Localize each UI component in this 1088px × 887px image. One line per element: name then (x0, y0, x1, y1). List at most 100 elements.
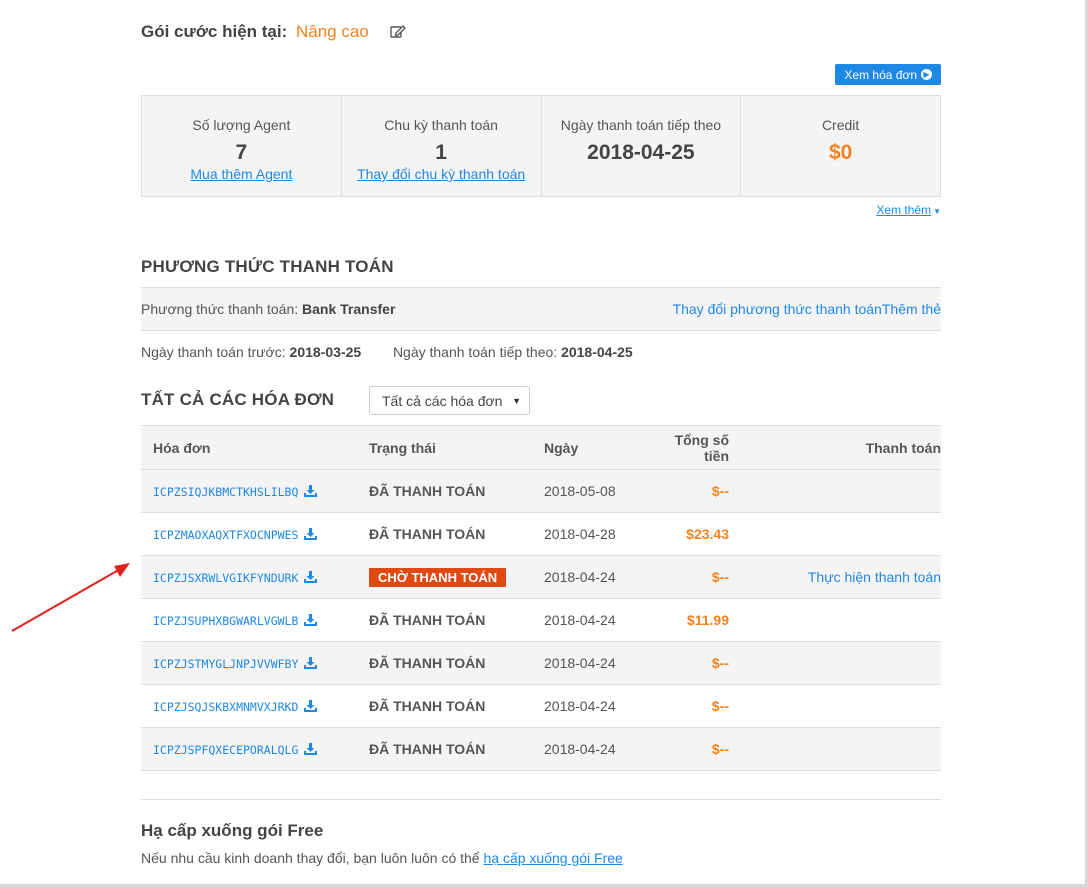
payment-cell (741, 684, 941, 728)
payment-cell (741, 469, 941, 513)
payment-method-links: Thay đổi phương thức thanh toánThêm thẻ (673, 301, 941, 317)
table-row: ICPZSIQJKBMCTKHSLILBQ ĐÃ THANH TOÁN 2018… (141, 469, 941, 513)
prev-date-label: Ngày thanh toán trước: (141, 344, 286, 360)
add-card-link[interactable]: Thêm thẻ (882, 301, 941, 317)
invoice-code-link[interactable]: ICPZJSQJSKBXMNMVXJRKD (153, 700, 298, 714)
divider (141, 799, 941, 800)
amount-text: $-- (711, 741, 729, 757)
stat-value: 1 (435, 141, 447, 164)
total-cell: $11.99 (637, 598, 741, 642)
stat-label: Credit (821, 117, 860, 133)
invoice-cell: ICPZJSXRWLVGIKFYNDURK (141, 555, 369, 599)
date-cell: 2018-04-24 (532, 641, 637, 685)
date-cell: 2018-05-08 (532, 469, 637, 513)
table-row: ICPZJSXRWLVGIKFYNDURK CHỜ THANH TOÁN 201… (141, 555, 941, 599)
status-paid-text: ĐÃ THANH TOÁN (369, 612, 486, 628)
invoice-cell: ICPZMAOXAQXTFXOCNPWES (141, 512, 369, 556)
payment-cell: Thực hiện thanh toán (741, 555, 941, 599)
status-paid-text: ĐÃ THANH TOÁN (369, 655, 486, 671)
column-header-status: Trạng thái (369, 425, 532, 470)
make-payment-link[interactable]: Thực hiện thanh toán (808, 569, 941, 585)
stat-value: 2018-04-25 (587, 141, 695, 164)
table-row: ICPZJSQJSKBXMNMVXJRKD ĐÃ THANH TOÁN 2018… (141, 684, 941, 728)
status-cell: CHỜ THANH TOÁN (369, 555, 532, 599)
invoice-cell: ICPZJSTMYGLJNPJVVWFBY (141, 641, 369, 685)
payment-method-label: Phương thức thanh toán: (141, 301, 299, 317)
invoice-code-link[interactable]: ICPZJSPFQXECEPORALQLG (153, 743, 298, 757)
column-header-payment: Thanh toán (741, 425, 941, 470)
stat-label: Số lượng Agent (192, 117, 291, 133)
total-cell: $-- (637, 684, 741, 728)
payment-cell (741, 727, 941, 771)
column-header-total: Tổng số tiền (637, 425, 741, 470)
download-icon[interactable] (304, 699, 318, 715)
table-row: ICPZJSUPHXBGWARLVGWLB ĐÃ THANH TOÁN 2018… (141, 598, 941, 642)
payment-cell (741, 598, 941, 642)
see-more-link[interactable]: Xem thêm ▼ (876, 203, 941, 217)
table-row: ICPZMAOXAQXTFXOCNPWES ĐÃ THANH TOÁN 2018… (141, 512, 941, 556)
payment-method-title: PHƯƠNG THỨC THANH TOÁN (141, 257, 394, 276)
next-date-label: Ngày thanh toán tiếp theo: (392, 344, 558, 360)
invoice-code-link[interactable]: ICPZMAOXAQXTFXOCNPWES (153, 528, 298, 542)
downgrade-description: Nếu nhu cầu kinh doanh thay đổi, bạn luô… (141, 850, 480, 866)
total-cell: $-- (637, 469, 741, 513)
stat-value: 7 (235, 141, 248, 164)
amount-text: $23.43 (686, 526, 729, 542)
invoice-cell: ICPZJSPFQXECEPORALQLG (141, 727, 369, 771)
status-pending-badge: CHỜ THANH TOÁN (369, 567, 507, 587)
invoice-cell: ICPZSIQJKBMCTKHSLILBQ (141, 469, 369, 513)
change-billing-cycle-link[interactable]: Thay đổi chu kỳ thanh toán (357, 166, 525, 182)
download-icon[interactable] (304, 484, 318, 500)
invoice-code-link[interactable]: ICPZSIQJKBMCTKHSLILBQ (153, 485, 298, 499)
invoice-filter-select[interactable]: Tất cả các hóa đơn ▼ (369, 386, 530, 415)
invoice-code-link[interactable]: ICPZJSTMYGLJNPJVVWFBY (153, 657, 298, 671)
download-icon[interactable] (304, 570, 318, 586)
invoice-cell: ICPZJSUPHXBGWARLVGWLB (141, 598, 369, 642)
table-row: ICPZJSPFQXECEPORALQLG ĐÃ THANH TOÁN 2018… (141, 727, 941, 771)
date-cell: 2018-04-24 (532, 684, 637, 728)
status-paid-text: ĐÃ THANH TOÁN (369, 698, 486, 714)
total-cell: $-- (637, 727, 741, 771)
edit-icon[interactable] (389, 24, 406, 44)
stat-credit: Credit $0 (741, 96, 940, 196)
downgrade-link[interactable]: hạ cấp xuống gói Free (483, 850, 622, 866)
amount-text: $-- (711, 569, 729, 585)
stat-value: $0 (828, 141, 853, 164)
plan-stats: Số lượng Agent 7 Mua thêm Agent Chu kỳ t… (141, 95, 941, 197)
buy-agent-link[interactable]: Mua thêm Agent (190, 166, 292, 182)
date-cell: 2018-04-24 (532, 727, 637, 771)
current-plan: Gói cước hiện tại: Nâng cao (141, 22, 406, 44)
status-cell: ĐÃ THANH TOÁN (369, 469, 532, 513)
downgrade-text: Nếu nhu cầu kinh doanh thay đổi, bạn luô… (141, 850, 623, 866)
prev-date-value: 2018-03-25 (289, 344, 362, 360)
red-arrow-annotation (11, 563, 130, 632)
view-invoice-label: Xem hóa đơn (844, 67, 917, 82)
download-icon[interactable] (304, 742, 318, 758)
download-icon[interactable] (304, 527, 318, 543)
payment-method-value: Bank Transfer (302, 301, 396, 317)
next-date-value: 2018-04-25 (561, 344, 633, 360)
stat-billing-cycle: Chu kỳ thanh toán 1 Thay đổi chu kỳ than… (342, 96, 542, 196)
total-cell: $-- (637, 641, 741, 685)
arrow-right-circle-icon: ▶ (921, 69, 932, 80)
status-cell: ĐÃ THANH TOÁN (369, 727, 532, 771)
change-payment-method-link[interactable]: Thay đổi phương thức thanh toán (673, 301, 882, 317)
payment-dates: Ngày thanh toán trước: 2018-03-25 Ngày t… (141, 344, 633, 360)
downgrade-title: Hạ cấp xuống gói Free (141, 821, 324, 840)
stat-agents: Số lượng Agent 7 Mua thêm Agent (142, 96, 342, 196)
payment-method-row: Phương thức thanh toán: Bank Transfer Th… (141, 287, 941, 331)
download-icon[interactable] (304, 613, 318, 629)
date-cell: 2018-04-24 (532, 598, 637, 642)
status-cell: ĐÃ THANH TOÁN (369, 684, 532, 728)
invoice-filter-value: Tất cả các hóa đơn (382, 392, 503, 409)
table-header-row: Hóa đơn Trạng thái Ngày Tổng số tiền Tha… (141, 425, 941, 470)
caret-down-icon: ▼ (512, 396, 521, 406)
download-icon[interactable] (304, 656, 318, 672)
date-cell: 2018-04-28 (532, 512, 637, 556)
view-invoice-button[interactable]: Xem hóa đơn ▶ (835, 64, 941, 85)
total-cell: $-- (637, 555, 741, 599)
invoice-code-link[interactable]: ICPZJSXRWLVGIKFYNDURK (153, 571, 298, 585)
invoice-code-link[interactable]: ICPZJSUPHXBGWARLVGWLB (153, 614, 298, 628)
invoices-title: TẤT CẢ CÁC HÓA ĐƠN (141, 390, 335, 409)
status-cell: ĐÃ THANH TOÁN (369, 598, 532, 642)
